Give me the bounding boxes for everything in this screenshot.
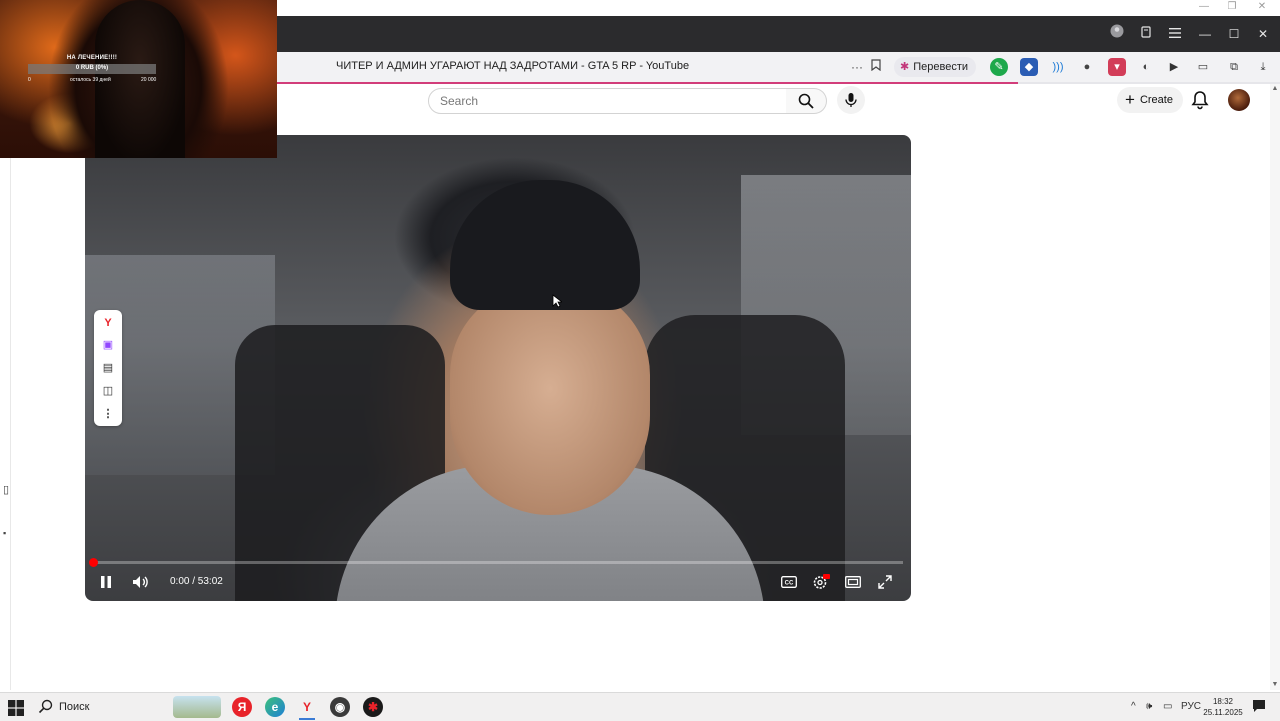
planet-extension-icon[interactable]: ◐	[1137, 58, 1155, 76]
maximize-icon[interactable]: ☐	[1222, 23, 1246, 45]
yandex-app-icon[interactable]: Я	[232, 697, 252, 717]
lightbulb-extension-icon[interactable]: ●	[1078, 58, 1096, 76]
search-placeholder: Search	[440, 94, 479, 108]
donation-goal-remaining: осталось 39 дней	[70, 77, 111, 83]
taskbar-clock[interactable]: 18:32 25.11.2025	[1203, 696, 1243, 718]
translate-icon: ✱	[900, 61, 910, 73]
stream-webcam-overlay: НА ЛЕЧЕНИЕ!!!! 0 RUB (0%) 0 осталось 39 …	[0, 0, 277, 158]
close-icon[interactable]: ✕	[1251, 23, 1275, 45]
user-avatar[interactable]	[1228, 89, 1250, 111]
play-extension-icon[interactable]: ▶	[1165, 58, 1183, 76]
settings-button[interactable]	[808, 571, 834, 593]
create-button[interactable]: + Create	[1117, 87, 1183, 113]
left-edge-fragment-icon-2: ▪	[3, 528, 7, 538]
notification-center-icon[interactable]	[1252, 699, 1266, 713]
tray-language[interactable]: РУС	[1181, 701, 1201, 712]
pause-icon	[101, 576, 111, 588]
profile-icon[interactable]	[1105, 23, 1129, 45]
donation-goal-bar: 0 RUB (0%)	[28, 64, 156, 74]
theater-mode-button[interactable]	[840, 571, 866, 593]
video-person-face	[450, 285, 650, 515]
tray-network-icon[interactable]: ▭	[1163, 701, 1172, 712]
gear-icon	[813, 574, 830, 589]
plus-icon: +	[1125, 90, 1135, 109]
donation-goal-amount: 0 RUB (0%)	[75, 65, 109, 71]
tab-title[interactable]: ЧИТЕР И АДМИН УГАРАЮТ НАД ЗАДРОТАМИ - GT…	[336, 60, 689, 72]
taskbar-search-icon[interactable]	[38, 699, 54, 715]
taskbar-time: 18:32	[1212, 697, 1234, 706]
video-person-cap	[450, 180, 640, 310]
translate-label: Перевести	[913, 61, 968, 73]
extensions-icon[interactable]: ⧉	[1225, 58, 1243, 76]
volume-icon	[133, 576, 148, 588]
obs-app-icon[interactable]: ◉	[330, 697, 350, 717]
yandex-y-icon[interactable]: Y	[99, 314, 117, 332]
more-vertical-icon[interactable]: ⋮	[99, 405, 117, 423]
donation-goal-title: НА ЛЕЧЕНИЕ!!!!	[66, 55, 118, 61]
pocket-extension-icon[interactable]: ▾	[1108, 58, 1126, 76]
search-button[interactable]	[786, 88, 827, 114]
pip-icon[interactable]: ◫	[99, 382, 117, 400]
translate-button[interactable]: ✱ Перевести	[894, 57, 976, 77]
page-scrollbar[interactable]: ▲ ▼	[1270, 84, 1280, 690]
evernote-extension-icon[interactable]: ✎	[990, 58, 1008, 76]
search-input[interactable]: Search	[428, 88, 787, 114]
volume-button[interactable]	[128, 571, 154, 593]
pause-button[interactable]	[93, 571, 119, 593]
windows-taskbar: Поиск Я e Y ◉ ✱ ^ 🕪 ▭ РУС 18:32 25.11.20…	[0, 692, 1280, 721]
time-display: 0:00 / 53:02	[170, 576, 223, 587]
bookmark-icon[interactable]	[867, 59, 885, 75]
cc-icon: CC	[781, 576, 797, 588]
yandex-browser-app-icon[interactable]: Y	[297, 697, 317, 717]
voice-search-button[interactable]	[837, 86, 865, 114]
video-player[interactable]: 0:00 / 53:02 CC	[85, 135, 911, 601]
menu-icon[interactable]	[1163, 23, 1187, 45]
svg-text:CC: CC	[785, 581, 794, 587]
tray-volume-icon[interactable]: 🕪	[1146, 701, 1152, 712]
outer-restore-icon[interactable]: ❐	[1218, 0, 1246, 14]
twitch-chat-icon[interactable]: ▣	[99, 336, 117, 354]
theater-icon	[845, 576, 861, 588]
more-horizontal-icon[interactable]: ···	[848, 59, 866, 75]
scroll-down-icon[interactable]: ▼	[1270, 680, 1280, 690]
fullscreen-icon	[878, 575, 892, 589]
cast-icon[interactable]: ▭	[1194, 58, 1212, 76]
search-icon	[798, 93, 814, 109]
fullscreen-button[interactable]	[872, 571, 898, 593]
notifications-bell-icon[interactable]	[1190, 89, 1210, 111]
windows-start-icon[interactable]	[8, 700, 24, 716]
download-icon[interactable]: ⤓	[1254, 58, 1272, 76]
microphone-icon	[845, 93, 857, 107]
taskbar-search-highlight[interactable]	[173, 696, 221, 718]
recording-app-icon[interactable]: ✱	[363, 697, 383, 717]
donation-goal-min: 0	[28, 77, 31, 83]
outer-minimize-icon[interactable]: —	[1190, 0, 1218, 14]
collections-icon[interactable]	[1134, 23, 1158, 45]
yandex-video-side-panel: Y ▣ ▤ ◫ ⋮	[94, 310, 122, 426]
left-edge-fragment-icon: ▯	[3, 484, 10, 496]
audio-extension-icon[interactable]: )))	[1049, 58, 1067, 76]
minimize-icon[interactable]: —	[1193, 23, 1217, 45]
donation-goal-max: 20 000	[141, 77, 157, 83]
tray-chevron-icon[interactable]: ^	[1131, 701, 1136, 712]
progress-bar[interactable]	[93, 561, 903, 564]
create-label: Create	[1139, 94, 1173, 106]
taskbar-search-label[interactable]: Поиск	[59, 701, 89, 713]
subtitles-icon[interactable]: ▤	[99, 359, 117, 377]
outer-close-icon[interactable]: ✕	[1248, 0, 1276, 14]
mouse-cursor-icon	[552, 294, 562, 308]
progress-scrubber[interactable]	[89, 558, 98, 567]
scroll-up-icon[interactable]: ▲	[1270, 84, 1280, 94]
taskbar-date: 25.11.2025	[1203, 708, 1243, 717]
subtitles-button[interactable]: CC	[776, 571, 802, 593]
edge-app-icon[interactable]: e	[265, 697, 285, 717]
left-edge-strip: ▯ ▪	[0, 158, 11, 690]
vpn-extension-icon[interactable]: ◆	[1020, 58, 1038, 76]
